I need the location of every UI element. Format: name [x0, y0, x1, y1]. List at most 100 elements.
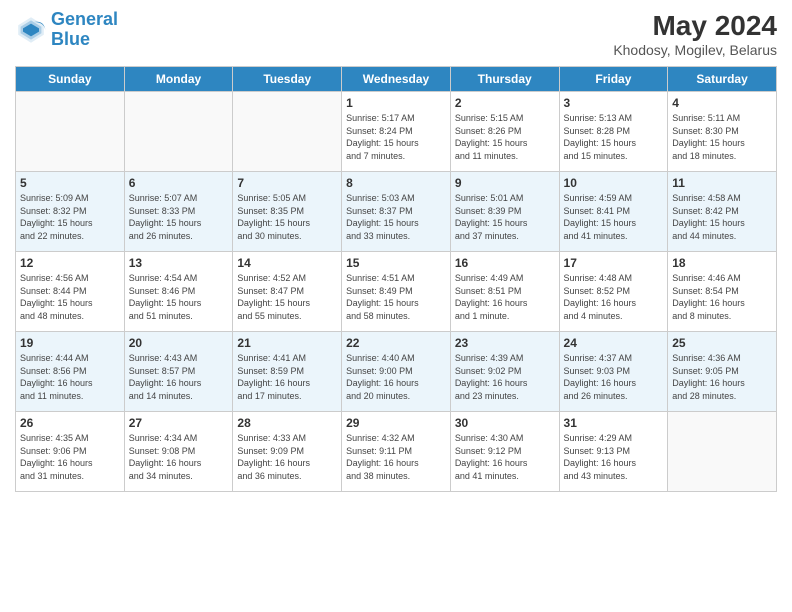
day-info: Sunrise: 4:56 AM Sunset: 8:44 PM Dayligh… — [20, 272, 120, 322]
table-row: 3 Sunrise: 5:13 AM Sunset: 8:28 PM Daylig… — [559, 92, 668, 172]
day-number: 8 — [346, 176, 446, 190]
day-number: 21 — [237, 336, 337, 350]
table-row: 30 Sunrise: 4:30 AM Sunset: 9:12 PM Dayli… — [450, 412, 559, 492]
day-info: Sunrise: 4:41 AM Sunset: 8:59 PM Dayligh… — [237, 352, 337, 402]
month-year: May 2024 — [613, 10, 777, 42]
day-info: Sunrise: 4:49 AM Sunset: 8:51 PM Dayligh… — [455, 272, 555, 322]
header: General Blue May 2024 Khodosy, Mogilev, … — [15, 10, 777, 58]
day-info: Sunrise: 5:17 AM Sunset: 8:24 PM Dayligh… — [346, 112, 446, 162]
table-row: 11 Sunrise: 4:58 AM Sunset: 8:42 PM Dayli… — [668, 172, 777, 252]
day-info: Sunrise: 5:15 AM Sunset: 8:26 PM Dayligh… — [455, 112, 555, 162]
table-row: 13Sunrise: 4:54 AM Sunset: 8:46 PM Dayli… — [124, 252, 233, 332]
day-number: 30 — [455, 416, 555, 430]
table-row: 8 Sunrise: 5:03 AM Sunset: 8:37 PM Daylig… — [342, 172, 451, 252]
day-number: 6 — [129, 176, 229, 190]
table-row: 24 Sunrise: 4:37 AM Sunset: 9:03 PM Dayli… — [559, 332, 668, 412]
logo-line1: General — [51, 9, 118, 29]
day-info: Sunrise: 5:01 AM Sunset: 8:39 PM Dayligh… — [455, 192, 555, 242]
day-info: Sunrise: 4:30 AM Sunset: 9:12 PM Dayligh… — [455, 432, 555, 482]
day-info: Sunrise: 4:51 AM Sunset: 8:49 PM Dayligh… — [346, 272, 446, 322]
day-number: 27 — [129, 416, 229, 430]
table-row: 19 Sunrise: 4:44 AM Sunset: 8:56 PM Dayli… — [16, 332, 125, 412]
day-info: Sunrise: 5:03 AM Sunset: 8:37 PM Dayligh… — [346, 192, 446, 242]
day-info: Sunrise: 4:32 AM Sunset: 9:11 PM Dayligh… — [346, 432, 446, 482]
calendar-week-row: 5 Sunrise: 5:09 AM Sunset: 8:32 PM Daylig… — [16, 172, 777, 252]
day-info: Sunrise: 4:59 AM Sunset: 8:41 PM Dayligh… — [564, 192, 664, 242]
day-number: 2 — [455, 96, 555, 110]
table-row: 23Sunrise: 4:39 AM Sunset: 9:02 PM Dayli… — [450, 332, 559, 412]
day-info: Sunrise: 5:09 AM Sunset: 8:32 PM Dayligh… — [20, 192, 120, 242]
table-row: 1 Sunrise: 5:17 AM Sunset: 8:24 PM Daylig… — [342, 92, 451, 172]
table-row: 21 Sunrise: 4:41 AM Sunset: 8:59 PM Dayli… — [233, 332, 342, 412]
title-block: May 2024 Khodosy, Mogilev, Belarus — [613, 10, 777, 58]
day-info: Sunrise: 4:48 AM Sunset: 8:52 PM Dayligh… — [564, 272, 664, 322]
day-info: Sunrise: 4:33 AM Sunset: 9:09 PM Dayligh… — [237, 432, 337, 482]
day-number: 29 — [346, 416, 446, 430]
logo-line2: Blue — [51, 29, 90, 49]
logo: General Blue — [15, 10, 118, 50]
table-row: 17Sunrise: 4:48 AM Sunset: 8:52 PM Dayli… — [559, 252, 668, 332]
table-row: 5 Sunrise: 5:09 AM Sunset: 8:32 PM Daylig… — [16, 172, 125, 252]
table-row — [124, 92, 233, 172]
col-thursday: Thursday — [450, 67, 559, 92]
col-wednesday: Wednesday — [342, 67, 451, 92]
table-row — [16, 92, 125, 172]
table-row: 14Sunrise: 4:52 AM Sunset: 8:47 PM Dayli… — [233, 252, 342, 332]
col-saturday: Saturday — [668, 67, 777, 92]
col-sunday: Sunday — [16, 67, 125, 92]
day-info: Sunrise: 4:40 AM Sunset: 9:00 PM Dayligh… — [346, 352, 446, 402]
day-number: 25 — [672, 336, 772, 350]
day-info: Sunrise: 5:13 AM Sunset: 8:28 PM Dayligh… — [564, 112, 664, 162]
day-number: 19 — [20, 336, 120, 350]
day-number: 5 — [20, 176, 120, 190]
table-row — [233, 92, 342, 172]
col-tuesday: Tuesday — [233, 67, 342, 92]
table-row: 25 Sunrise: 4:36 AM Sunset: 9:05 PM Dayli… — [668, 332, 777, 412]
table-row: 27 Sunrise: 4:34 AM Sunset: 9:08 PM Dayli… — [124, 412, 233, 492]
day-number: 11 — [672, 176, 772, 190]
calendar: Sunday Monday Tuesday Wednesday Thursday… — [15, 66, 777, 492]
logo-icon — [15, 14, 47, 46]
table-row: 7 Sunrise: 5:05 AM Sunset: 8:35 PM Daylig… — [233, 172, 342, 252]
page: General Blue May 2024 Khodosy, Mogilev, … — [0, 0, 792, 612]
table-row: 10Sunrise: 4:59 AM Sunset: 8:41 PM Dayli… — [559, 172, 668, 252]
day-info: Sunrise: 4:58 AM Sunset: 8:42 PM Dayligh… — [672, 192, 772, 242]
day-number: 15 — [346, 256, 446, 270]
day-number: 31 — [564, 416, 664, 430]
col-friday: Friday — [559, 67, 668, 92]
location: Khodosy, Mogilev, Belarus — [613, 42, 777, 58]
table-row: 12 Sunrise: 4:56 AM Sunset: 8:44 PM Dayli… — [16, 252, 125, 332]
day-info: Sunrise: 4:44 AM Sunset: 8:56 PM Dayligh… — [20, 352, 120, 402]
table-row: 16Sunrise: 4:49 AM Sunset: 8:51 PM Dayli… — [450, 252, 559, 332]
day-info: Sunrise: 5:05 AM Sunset: 8:35 PM Dayligh… — [237, 192, 337, 242]
day-info: Sunrise: 4:29 AM Sunset: 9:13 PM Dayligh… — [564, 432, 664, 482]
day-info: Sunrise: 4:43 AM Sunset: 8:57 PM Dayligh… — [129, 352, 229, 402]
table-row: 29 Sunrise: 4:32 AM Sunset: 9:11 PM Dayli… — [342, 412, 451, 492]
table-row: 26Sunrise: 4:35 AM Sunset: 9:06 PM Dayli… — [16, 412, 125, 492]
day-number: 12 — [20, 256, 120, 270]
calendar-week-row: 12 Sunrise: 4:56 AM Sunset: 8:44 PM Dayli… — [16, 252, 777, 332]
day-info: Sunrise: 4:37 AM Sunset: 9:03 PM Dayligh… — [564, 352, 664, 402]
day-number: 22 — [346, 336, 446, 350]
day-number: 3 — [564, 96, 664, 110]
day-info: Sunrise: 4:36 AM Sunset: 9:05 PM Dayligh… — [672, 352, 772, 402]
day-number: 9 — [455, 176, 555, 190]
day-number: 1 — [346, 96, 446, 110]
day-number: 18 — [672, 256, 772, 270]
table-row: 15 Sunrise: 4:51 AM Sunset: 8:49 PM Dayli… — [342, 252, 451, 332]
calendar-week-row: 1 Sunrise: 5:17 AM Sunset: 8:24 PM Daylig… — [16, 92, 777, 172]
day-number: 26 — [20, 416, 120, 430]
table-row: 6Sunrise: 5:07 AM Sunset: 8:33 PM Daylig… — [124, 172, 233, 252]
table-row: 18 Sunrise: 4:46 AM Sunset: 8:54 PM Dayli… — [668, 252, 777, 332]
col-monday: Monday — [124, 67, 233, 92]
table-row: 31 Sunrise: 4:29 AM Sunset: 9:13 PM Dayli… — [559, 412, 668, 492]
day-number: 7 — [237, 176, 337, 190]
table-row: 2 Sunrise: 5:15 AM Sunset: 8:26 PM Daylig… — [450, 92, 559, 172]
table-row: 22 Sunrise: 4:40 AM Sunset: 9:00 PM Dayli… — [342, 332, 451, 412]
table-row: 20Sunrise: 4:43 AM Sunset: 8:57 PM Dayli… — [124, 332, 233, 412]
day-number: 24 — [564, 336, 664, 350]
day-number: 28 — [237, 416, 337, 430]
day-info: Sunrise: 4:46 AM Sunset: 8:54 PM Dayligh… — [672, 272, 772, 322]
day-info: Sunrise: 4:34 AM Sunset: 9:08 PM Dayligh… — [129, 432, 229, 482]
day-number: 23 — [455, 336, 555, 350]
